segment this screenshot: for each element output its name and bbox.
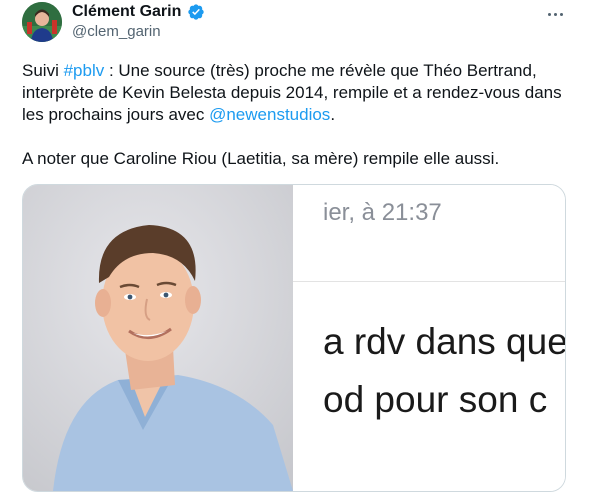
tweet-end-text: . [330,105,336,124]
avatar-image [22,2,62,42]
tweet: Clément Garin @clem_garin Suivi #pblv : … [0,0,600,494]
tweet-text: Suivi #pblv : Une source (très) proche m… [22,60,578,170]
screenshot-time-text: ier, à 21:37 [323,199,442,226]
more-horizontal-icon [559,12,563,16]
verified-badge-icon [188,4,205,20]
more-options-button[interactable] [540,4,570,24]
author-name-row: Clément Garin [72,2,205,22]
tweet-media[interactable]: ier, à 21:37 a rdv dans que od pour son … [22,184,566,492]
author-name[interactable]: Clément Garin [72,2,181,22]
screenshot-message-line-2: od pour son c [323,379,548,420]
media-photo[interactable] [23,185,293,491]
screenshot-divider [293,281,565,282]
mention-link[interactable]: @newenstudios [209,105,330,124]
tweet-lead-text: Suivi [22,61,64,80]
media-screenshot[interactable]: ier, à 21:37 a rdv dans que od pour son … [293,185,565,491]
tweet-paragraph-2: A noter que Caroline Riou (Laetitia, sa … [22,149,500,168]
hashtag-link[interactable]: #pblv [64,61,105,80]
author-handle[interactable]: @clem_garin [72,22,161,42]
person-photo [23,185,293,491]
author-avatar[interactable] [22,2,62,42]
tweet-paragraph-1: Suivi #pblv : Une source (très) proche m… [22,60,578,126]
more-horizontal-icon [547,12,551,16]
screenshot-message-line-1: a rdv dans que [323,321,565,362]
more-horizontal-icon [553,12,557,16]
